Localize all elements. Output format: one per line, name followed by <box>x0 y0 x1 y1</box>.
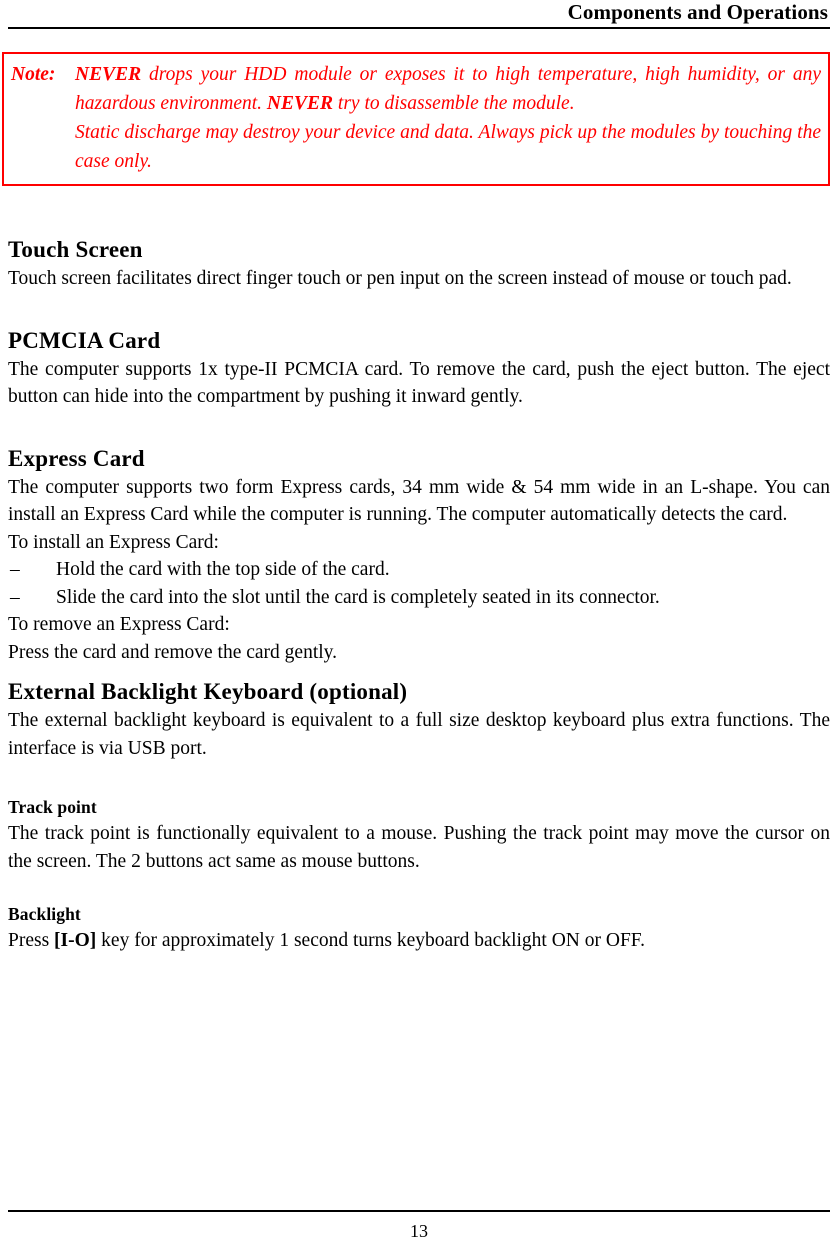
section-body-backlight: Press [I-O] key for approximately 1 seco… <box>8 927 830 955</box>
note-callout-text: Note: NEVER drops your HDD module or expo… <box>11 60 821 176</box>
note-emphasis-never-1: NEVER <box>75 64 142 85</box>
express-card-install-intro: To install an Express Card: <box>8 531 219 553</box>
page-content: Touch Screen Touch screen facilitates di… <box>8 236 830 955</box>
section-body-pcmcia-card: The computer supports 1x type-II PCMCIA … <box>8 358 830 408</box>
sub-heading-backlight: Backlight <box>8 904 81 924</box>
document-page: Components and Operations Note: NEVER dro… <box>0 0 838 1249</box>
section-body-external-backlight-keyboard: The external backlight keyboard is equiv… <box>8 710 830 759</box>
footer-divider <box>8 1210 830 1212</box>
page-footer: 13 <box>8 1210 830 1242</box>
list-item: – Hold the card with the top side of the … <box>8 556 830 584</box>
dash-bullet-icon: – <box>10 559 20 580</box>
note-paragraph-1: Note: NEVER drops your HDD module or expo… <box>11 60 821 118</box>
express-card-remove-intro: To remove an Express Card: <box>8 614 230 635</box>
section-body-track-point: The track point is functionally equivale… <box>8 823 830 872</box>
section-body-touch-screen: Touch screen facilitates direct finger t… <box>8 268 792 289</box>
section-body-express-card: The computer supports two form Express c… <box>8 476 830 526</box>
section-heading-touch-screen: Touch Screen <box>8 237 143 262</box>
dash-bullet-icon: – <box>10 586 20 608</box>
backlight-text-suffix: key for approximately 1 second turns key… <box>96 930 645 951</box>
note-text-part-2: try to disassemble the module. <box>333 93 575 114</box>
page-header: Components and Operations <box>8 0 830 29</box>
list-item-label: Slide the card into the slot until the c… <box>56 586 660 608</box>
note-callout-box: Note: NEVER drops your HDD module or expo… <box>2 52 830 186</box>
section-heading-express-card: Express Card <box>8 445 145 471</box>
section-heading-external-backlight-keyboard: External Backlight Keyboard (optional) <box>8 679 408 704</box>
note-emphasis-never-2: NEVER <box>266 93 334 114</box>
list-item: – Slide the card into the slot until the … <box>8 584 830 612</box>
section-heading-pcmcia-card: PCMCIA Card <box>8 327 161 353</box>
header-divider <box>8 27 830 29</box>
page-number: 13 <box>410 1221 428 1241</box>
note-paragraph-2: Static discharge may destroy your device… <box>75 122 821 172</box>
note-label: Note: <box>11 64 56 85</box>
backlight-key-label: [I-O] <box>54 930 97 951</box>
sub-heading-track-point: Track point <box>8 797 97 817</box>
header-title: Components and Operations <box>567 0 828 24</box>
list-item-label: Hold the card with the top side of the c… <box>56 559 390 580</box>
backlight-text-prefix: Press <box>8 930 55 951</box>
express-card-remove-body: Press the card and remove the card gentl… <box>8 641 338 663</box>
